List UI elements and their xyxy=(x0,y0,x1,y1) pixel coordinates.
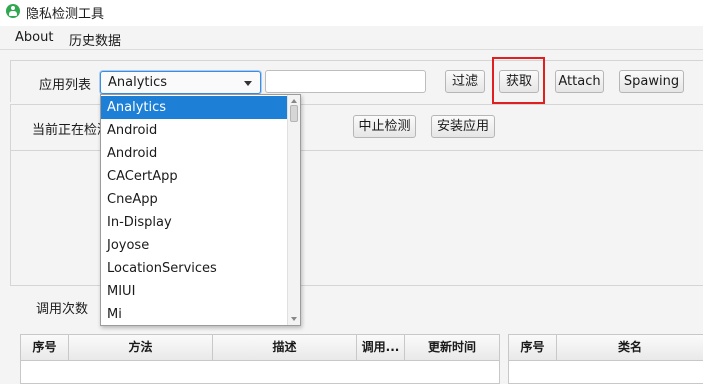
app-list-combobox[interactable]: Analytics xyxy=(100,71,261,94)
dropdown-item[interactable]: Mi xyxy=(101,303,287,325)
column-header[interactable]: 描述 xyxy=(213,335,357,360)
scroll-down-icon[interactable] xyxy=(291,317,297,321)
app-list-dropdown[interactable]: Analytics Android Android CACertApp CneA… xyxy=(100,94,301,326)
class-names-table: 序号 类名 xyxy=(508,334,703,384)
column-header[interactable]: 更新时间 xyxy=(405,335,499,360)
dropdown-item[interactable]: LocationServices xyxy=(101,257,287,280)
dropdown-item[interactable]: Joyose xyxy=(101,234,287,257)
scrollbar-thumb[interactable] xyxy=(290,105,298,122)
stop-detection-button[interactable]: 中止检测 xyxy=(353,115,416,138)
app-user-icon xyxy=(6,4,20,18)
column-header[interactable]: 类名 xyxy=(557,335,703,360)
install-app-button[interactable]: 安装应用 xyxy=(431,115,495,138)
spawning-button[interactable]: Spawing xyxy=(619,70,684,93)
class-table-header: 序号 类名 xyxy=(509,335,703,361)
menu-about[interactable]: About xyxy=(15,30,53,45)
filter-input[interactable] xyxy=(265,70,426,93)
menu-history[interactable]: 历史数据 xyxy=(69,30,121,49)
window-title: 隐私检测工具 xyxy=(26,7,105,22)
dropdown-item[interactable]: In-Display xyxy=(101,211,287,234)
column-header[interactable]: 方法 xyxy=(69,335,213,360)
app-list-selected: Analytics xyxy=(108,75,168,90)
title-bar: 隐私检测工具 xyxy=(0,0,703,24)
filter-button[interactable]: 过滤 xyxy=(445,70,485,93)
dropdown-item[interactable]: CneApp xyxy=(101,188,287,211)
dropdown-item[interactable]: Android xyxy=(101,119,287,142)
column-header[interactable]: 序号 xyxy=(509,335,557,360)
dropdown-item[interactable]: Android xyxy=(101,142,287,165)
attach-button[interactable]: Attach xyxy=(555,70,604,93)
menu-bar: About 历史数据 xyxy=(0,26,703,50)
call-count-label: 调用次数 xyxy=(36,302,89,317)
dropdown-item[interactable]: Analytics xyxy=(101,96,287,119)
dropdown-item[interactable]: MIUI xyxy=(101,280,287,303)
scroll-up-icon[interactable] xyxy=(291,99,297,103)
method-calls-table: 序号 方法 描述 调用... 更新时间 xyxy=(20,334,500,384)
chevron-down-icon xyxy=(244,81,252,86)
dropdown-item[interactable]: CACertApp xyxy=(101,165,287,188)
current-detecting-label: 当前正在检测 xyxy=(32,123,111,138)
dropdown-scrollbar[interactable] xyxy=(287,95,300,325)
column-header[interactable]: 序号 xyxy=(21,335,69,360)
method-table-header: 序号 方法 描述 调用... 更新时间 xyxy=(21,335,499,361)
app-list-label: 应用列表 xyxy=(39,78,92,93)
column-header[interactable]: 调用... xyxy=(357,335,405,360)
fetch-highlight-box xyxy=(492,57,545,104)
